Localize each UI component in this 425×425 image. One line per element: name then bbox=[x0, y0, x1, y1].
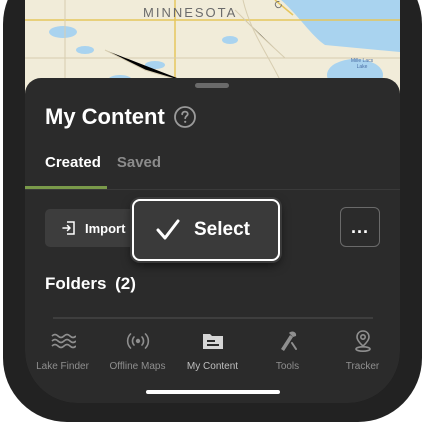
folder-icon bbox=[202, 334, 223, 349]
tools-icon bbox=[280, 331, 297, 351]
nav-label: Offline Maps bbox=[109, 361, 166, 372]
import-button[interactable]: Import bbox=[45, 209, 137, 247]
nav-label: Lake Finder bbox=[36, 361, 89, 372]
broadcast-icon bbox=[126, 333, 149, 349]
more-options-button[interactable]: ... bbox=[340, 207, 380, 247]
map-lake-label: Mille Lacs Lake bbox=[350, 58, 374, 70]
checkmark-icon bbox=[156, 219, 180, 240]
import-label: Import bbox=[85, 220, 126, 236]
nav-offline-maps[interactable]: Offline Maps bbox=[100, 329, 175, 372]
nav-label: Tools bbox=[275, 361, 300, 372]
nav-tools[interactable]: Tools bbox=[250, 329, 325, 372]
nav-label: Tracker bbox=[345, 361, 380, 372]
select-label: Select bbox=[194, 219, 250, 240]
folders-count: (2) bbox=[115, 274, 136, 293]
map-state-label: MINNESOTA bbox=[143, 5, 238, 20]
tab-bar-divider bbox=[53, 317, 373, 319]
home-indicator[interactable] bbox=[146, 390, 280, 394]
nav-lake-finder[interactable]: Lake Finder bbox=[25, 329, 100, 372]
nav-label: My Content bbox=[186, 361, 239, 372]
nav-my-content[interactable]: My Content bbox=[175, 329, 250, 372]
waves-icon bbox=[50, 333, 76, 349]
nav-tracker[interactable]: Tracker bbox=[325, 329, 400, 372]
import-icon bbox=[62, 221, 75, 235]
folders-heading: Folders (2) bbox=[45, 274, 136, 294]
sheet-content: Import Select ... Folders (2) Lake Finde… bbox=[25, 78, 400, 403]
tabs-divider bbox=[25, 189, 400, 190]
ellipsis-icon: ... bbox=[350, 216, 369, 237]
folders-label: Folders bbox=[45, 274, 107, 293]
location-pin-icon bbox=[354, 330, 371, 352]
select-button[interactable]: Select bbox=[132, 199, 280, 261]
